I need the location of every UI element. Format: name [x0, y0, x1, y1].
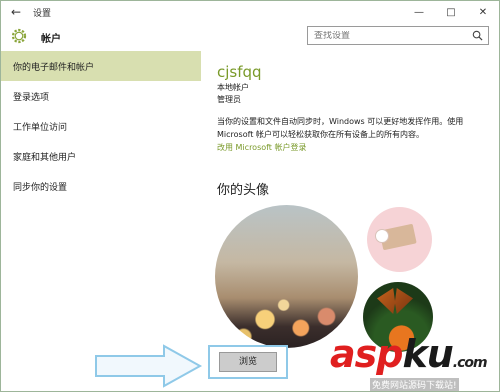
sidebar-item-label: 你的电子邮件和帐户 [13, 62, 95, 73]
search-box[interactable] [307, 26, 489, 45]
current-avatar-image [215, 205, 358, 348]
watermark-logo: aspku.com [330, 332, 488, 376]
microsoft-account-link[interactable]: 改用 Microsoft 帐户登录 [217, 142, 307, 153]
sidebar-item-label: 工作单位访问 [13, 122, 68, 133]
sidebar-item-label: 同步你的设置 [13, 182, 68, 193]
bear-image [375, 229, 389, 243]
account-role: 管理员 [217, 95, 241, 104]
browse-highlight: 浏览 [208, 345, 288, 379]
watermark-subtitle: 免费网站源码下载站! [370, 378, 459, 391]
sidebar-item-sync-settings[interactable]: 同步你的设置 [1, 171, 201, 201]
minimize-button[interactable]: — [403, 1, 435, 23]
close-button[interactable]: ✕ [467, 1, 499, 23]
maximize-button[interactable]: □ [435, 1, 467, 23]
search-icon[interactable] [472, 30, 483, 41]
window-title: 设置 [33, 8, 52, 19]
sidebar-item-label: 登录选项 [13, 92, 50, 103]
sidebar-item-label: 家庭和其他用户 [13, 152, 77, 163]
page-header: 帐户 [1, 23, 499, 49]
account-type: 本地帐户 [217, 83, 249, 92]
browse-button[interactable]: 浏览 [219, 352, 277, 372]
butterfly-image [377, 288, 413, 314]
sidebar: 你的电子邮件和帐户 登录选项 工作单位访问 家庭和其他用户 同步你的设置 [1, 49, 201, 391]
title-bar: ← 设置 — □ ✕ [1, 1, 499, 23]
back-arrow-icon[interactable]: ← [1, 1, 31, 23]
recent-avatar-1[interactable] [367, 207, 432, 272]
search-input[interactable] [314, 30, 464, 41]
page-title: 帐户 [41, 34, 61, 45]
sidebar-item-email-accounts[interactable]: 你的电子邮件和帐户 [1, 51, 201, 81]
sidebar-item-sign-in-options[interactable]: 登录选项 [1, 81, 201, 111]
pointer-arrow-icon [95, 344, 203, 388]
avatar-heading: 你的头像 [217, 183, 270, 198]
window-controls: — □ ✕ [403, 1, 499, 23]
account-description: 当你的设置和文件自动同步时，Windows 可以更好地发挥作用。使用 Micro… [217, 117, 464, 139]
gear-icon [11, 28, 27, 44]
account-username: cjsfqq [217, 63, 262, 81]
sidebar-item-work-access[interactable]: 工作单位访问 [1, 111, 201, 141]
sidebar-item-family-users[interactable]: 家庭和其他用户 [1, 141, 201, 171]
